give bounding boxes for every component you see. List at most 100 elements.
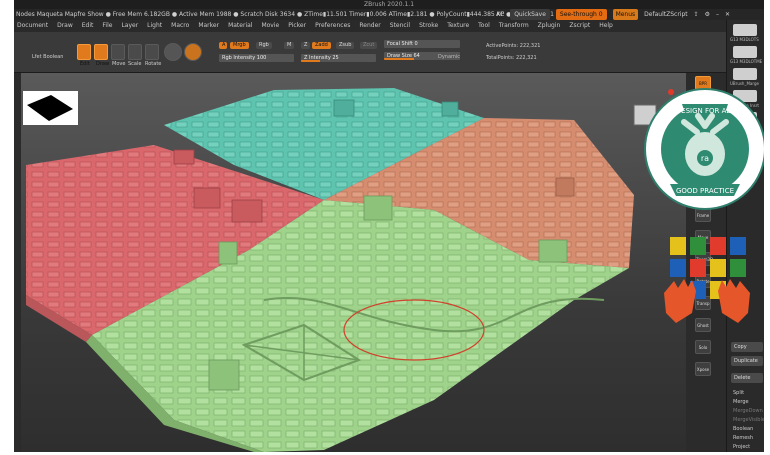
duplicate-button[interactable]: Duplicate bbox=[731, 356, 763, 366]
settings-icon[interactable]: ⚙ bbox=[705, 9, 710, 20]
ac-label[interactable]: AC bbox=[496, 9, 504, 20]
navigator-shape bbox=[27, 95, 73, 121]
subtool-action[interactable]: MergeDown bbox=[733, 408, 763, 414]
green-building bbox=[208, 359, 240, 391]
z-intensity-fill bbox=[301, 60, 320, 62]
brush-thumbnail[interactable] bbox=[733, 24, 757, 36]
logo-bottom-text: GOOD PRACTICE bbox=[676, 187, 734, 195]
draw-size-fill bbox=[384, 58, 415, 60]
edit-mode-button[interactable] bbox=[77, 44, 91, 60]
zadd-button[interactable]: Zadd bbox=[312, 42, 331, 49]
subtool-action[interactable]: Merge bbox=[733, 399, 749, 405]
city-block-model bbox=[26, 88, 679, 452]
subtool-action[interactable]: Remesh bbox=[733, 435, 753, 441]
brush-label: G13 M3DLOTME bbox=[730, 59, 763, 64]
info-bar-stats: Nodes Maqueta Mapfre Show ● Free Mem 6.1… bbox=[16, 11, 554, 18]
minimize-icon[interactable]: – bbox=[716, 9, 719, 20]
rgb-button[interactable]: Rgb bbox=[256, 42, 272, 49]
menu-item[interactable]: Stroke bbox=[419, 20, 438, 32]
rotate-mode-button[interactable] bbox=[145, 44, 159, 60]
menu-item[interactable]: Tool bbox=[478, 20, 490, 32]
red-building bbox=[231, 199, 263, 223]
menu-item[interactable]: Help bbox=[599, 20, 613, 32]
a-toggle[interactable]: A bbox=[219, 42, 227, 49]
menu-item[interactable]: Render bbox=[359, 20, 380, 32]
close-icon[interactable]: ✕ bbox=[725, 9, 730, 20]
quicksave-button[interactable]: QuickSave bbox=[510, 9, 550, 20]
menu-item[interactable]: Stencil bbox=[390, 20, 410, 32]
brush-thumbnail[interactable] bbox=[733, 68, 757, 80]
subtool-action[interactable]: Split bbox=[733, 390, 744, 396]
3d-viewport[interactable] bbox=[21, 73, 686, 452]
copy-button[interactable]: Copy bbox=[731, 342, 763, 352]
top-toolbar: Lfet Boolean Edit Draw Move Scale Rotate… bbox=[14, 32, 726, 73]
info-bar: Nodes Maqueta Mapfre Show ● Free Mem 6.1… bbox=[14, 9, 764, 20]
info-bar-controls: AC QuickSave See-through 0 Menus Default… bbox=[496, 9, 730, 20]
menus-button[interactable]: Menus bbox=[612, 9, 639, 20]
menu-item[interactable]: Transform bbox=[499, 20, 529, 32]
menu-item[interactable]: Marker bbox=[198, 20, 219, 32]
logo-top-text: DESIGN FOR ALL bbox=[676, 107, 735, 115]
menu-item[interactable]: Macro bbox=[171, 20, 189, 32]
teal-building bbox=[333, 99, 355, 117]
default-zscript-button[interactable]: DefaultZScript bbox=[644, 9, 687, 20]
menu-item[interactable]: Texture bbox=[447, 20, 469, 32]
menu-item[interactable]: Light bbox=[147, 20, 162, 32]
green-building bbox=[363, 195, 393, 221]
logo-badge-text: ra bbox=[701, 154, 709, 163]
menu-item[interactable]: Edit bbox=[82, 20, 94, 32]
texture-swatch-icon[interactable] bbox=[184, 43, 202, 61]
menu-item[interactable]: Material bbox=[228, 20, 252, 32]
red-building bbox=[173, 149, 195, 165]
mrgb-button[interactable]: Mrgb bbox=[230, 42, 249, 49]
menu-item[interactable]: Draw bbox=[57, 20, 73, 32]
menu-item[interactable]: Preferences bbox=[315, 20, 350, 32]
delete-button[interactable]: Delete bbox=[731, 373, 763, 383]
dynamic-toggle[interactable]: Dynamic bbox=[438, 54, 460, 60]
subtool-action[interactable]: Project bbox=[733, 444, 750, 450]
m-button[interactable]: M bbox=[284, 42, 295, 49]
orange-building bbox=[555, 177, 575, 197]
scale-mode-button[interactable] bbox=[128, 44, 142, 60]
zsub-button[interactable]: Zsub bbox=[336, 42, 355, 49]
menu-item[interactable]: Zplugin bbox=[538, 20, 561, 32]
active-points-readout: ActivePoints: 222,321 bbox=[486, 43, 541, 49]
zbrush-window: ZBrush 2020.1.1 Nodes Maqueta Mapfre Sho… bbox=[14, 0, 764, 452]
rotate-mode-label: Rotate bbox=[145, 61, 162, 67]
subtool-action[interactable]: Boolean bbox=[733, 426, 753, 432]
window-title: ZBrush 2020.1.1 bbox=[14, 0, 764, 9]
accessibility-hands-icon bbox=[664, 237, 750, 323]
z-intensity-slider[interactable]: Z Intensity 25 bbox=[301, 54, 376, 62]
menu-item[interactable]: File bbox=[102, 20, 112, 32]
design-for-all-logo: DESIGN FOR ALL ra GOOD PRACTICE bbox=[644, 88, 764, 210]
share-icon[interactable]: ⇪ bbox=[694, 9, 699, 20]
main-menu-bar: Document Draw Edit File Layer Light Macro Marke… bbox=[14, 20, 726, 32]
draw-mode-label: Draw bbox=[96, 61, 110, 67]
brush-thumbnail[interactable] bbox=[733, 46, 757, 58]
focal-shift-slider[interactable]: Focal Shift 0 bbox=[384, 40, 460, 48]
rgb-intensity-label: Rgb Intensity 100 bbox=[222, 55, 267, 61]
edit-mode-label: Edit bbox=[80, 61, 90, 67]
dock-button[interactable]: Solo bbox=[695, 340, 711, 354]
red-building bbox=[193, 187, 221, 209]
material-sphere-icon[interactable] bbox=[164, 43, 182, 61]
menu-item[interactable]: Zscript bbox=[569, 20, 590, 32]
total-points-readout: TotalPoints: 222,321 bbox=[486, 55, 537, 61]
focal-shift-label: Focal Shift 0 bbox=[387, 41, 418, 47]
subtool-action[interactable]: MergeVisible bbox=[733, 417, 764, 423]
dock-button[interactable]: Xpose bbox=[695, 362, 711, 376]
navigator-thumbnail[interactable] bbox=[23, 91, 78, 125]
menu-item[interactable]: Document bbox=[17, 20, 48, 32]
zcut-button[interactable]: Zcut bbox=[360, 42, 378, 49]
green-building bbox=[538, 239, 568, 263]
see-through-slider[interactable]: See-through 0 bbox=[555, 9, 607, 20]
menu-item[interactable]: Movie bbox=[261, 20, 279, 32]
menu-item[interactable]: Picker bbox=[288, 20, 306, 32]
menu-item[interactable]: Layer bbox=[121, 20, 138, 32]
teal-building bbox=[441, 101, 459, 117]
move-mode-label: Move bbox=[112, 61, 126, 67]
rgb-intensity-slider[interactable]: Rgb Intensity 100 bbox=[219, 54, 294, 62]
draw-mode-button[interactable] bbox=[94, 44, 108, 60]
move-mode-button[interactable] bbox=[111, 44, 125, 60]
z-toggle[interactable]: Z bbox=[301, 42, 310, 49]
